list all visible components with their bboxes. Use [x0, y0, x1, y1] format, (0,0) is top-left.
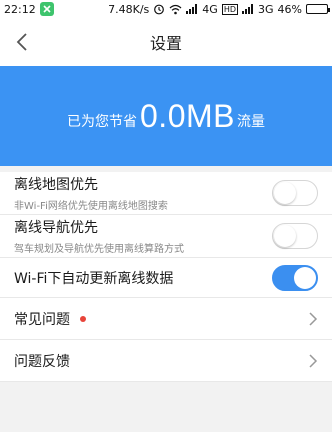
setting-offline-nav: 离线导航优先 驾车规划及导航优先使用离线算路方式 [0, 215, 332, 258]
setting-label: 离线地图优先 [14, 177, 98, 193]
offline-map-toggle[interactable] [272, 180, 318, 206]
faq-label: 常见问题 [14, 311, 70, 328]
banner-prefix: 已为您节省 [67, 114, 137, 130]
back-arrow-icon [16, 33, 27, 51]
signal-icon [186, 4, 198, 14]
title-bar: 设置 [0, 18, 332, 66]
alarm-icon [153, 3, 165, 15]
wifi-icon [169, 4, 182, 15]
signal-icon-2 [242, 4, 254, 14]
network-3g-label: 3G [258, 2, 274, 16]
chevron-right-icon [309, 311, 318, 326]
chevron-right-icon [309, 353, 318, 368]
status-right: 7.48K/s 4G HD 3G 46% [108, 2, 330, 16]
battery-icon [306, 4, 330, 14]
feedback-label: 问题反馈 [14, 353, 70, 370]
feedback-item[interactable]: 问题反馈 [0, 340, 332, 382]
app-notification-icon [39, 2, 54, 16]
faq-text: 常见问题 [14, 309, 308, 329]
setting-offline-map: 离线地图优先 非Wi-Fi网络优先使用离线地图搜索 [0, 172, 332, 215]
setting-label: 离线导航优先 [14, 220, 98, 236]
net-speed: 7.48K/s [108, 2, 150, 16]
setting-label: Wi-Fi下自动更新离线数据 [14, 270, 174, 287]
offline-nav-toggle[interactable] [272, 223, 318, 249]
feedback-text: 问题反馈 [14, 351, 308, 371]
toggle-knob [294, 266, 316, 289]
settings-list: 离线地图优先 非Wi-Fi网络优先使用离线地图搜索 离线导航优先 驾车规划及导航… [0, 172, 332, 382]
wifi-auto-update-toggle[interactable] [272, 264, 318, 291]
back-button[interactable] [6, 26, 38, 58]
toggle-knob [274, 182, 296, 204]
setting-description: 驾车规划及导航优先使用离线算路方式 [14, 244, 184, 255]
status-bar: 22:12 7.48K/s 4G HD 3G 46% [0, 0, 332, 18]
page-title: 设置 [149, 34, 182, 53]
status-time: 22:12 [4, 2, 36, 16]
setting-wifi-auto-update-text: Wi-Fi下自动更新离线数据 [14, 268, 272, 288]
network-4g-label: 4G [202, 2, 218, 16]
faq-item[interactable]: 常见问题 [0, 298, 332, 340]
setting-offline-map-text: 离线地图优先 非Wi-Fi网络优先使用离线地图搜索 [14, 174, 272, 212]
battery-percent: 46% [277, 2, 302, 16]
new-badge-dot [80, 316, 86, 322]
setting-wifi-auto-update: Wi-Fi下自动更新离线数据 [0, 258, 332, 298]
banner-suffix: 流量 [236, 114, 265, 130]
traffic-saved-banner: 已为您节省 0.0MB 流量 [0, 66, 332, 166]
setting-description: 非Wi-Fi网络优先使用离线地图搜索 [14, 201, 168, 212]
saved-traffic-amount: 0.0MB [140, 97, 235, 134]
setting-offline-nav-text: 离线导航优先 驾车规划及导航优先使用离线算路方式 [14, 217, 272, 255]
hd-badge: HD [221, 3, 239, 15]
toggle-knob [274, 225, 296, 247]
